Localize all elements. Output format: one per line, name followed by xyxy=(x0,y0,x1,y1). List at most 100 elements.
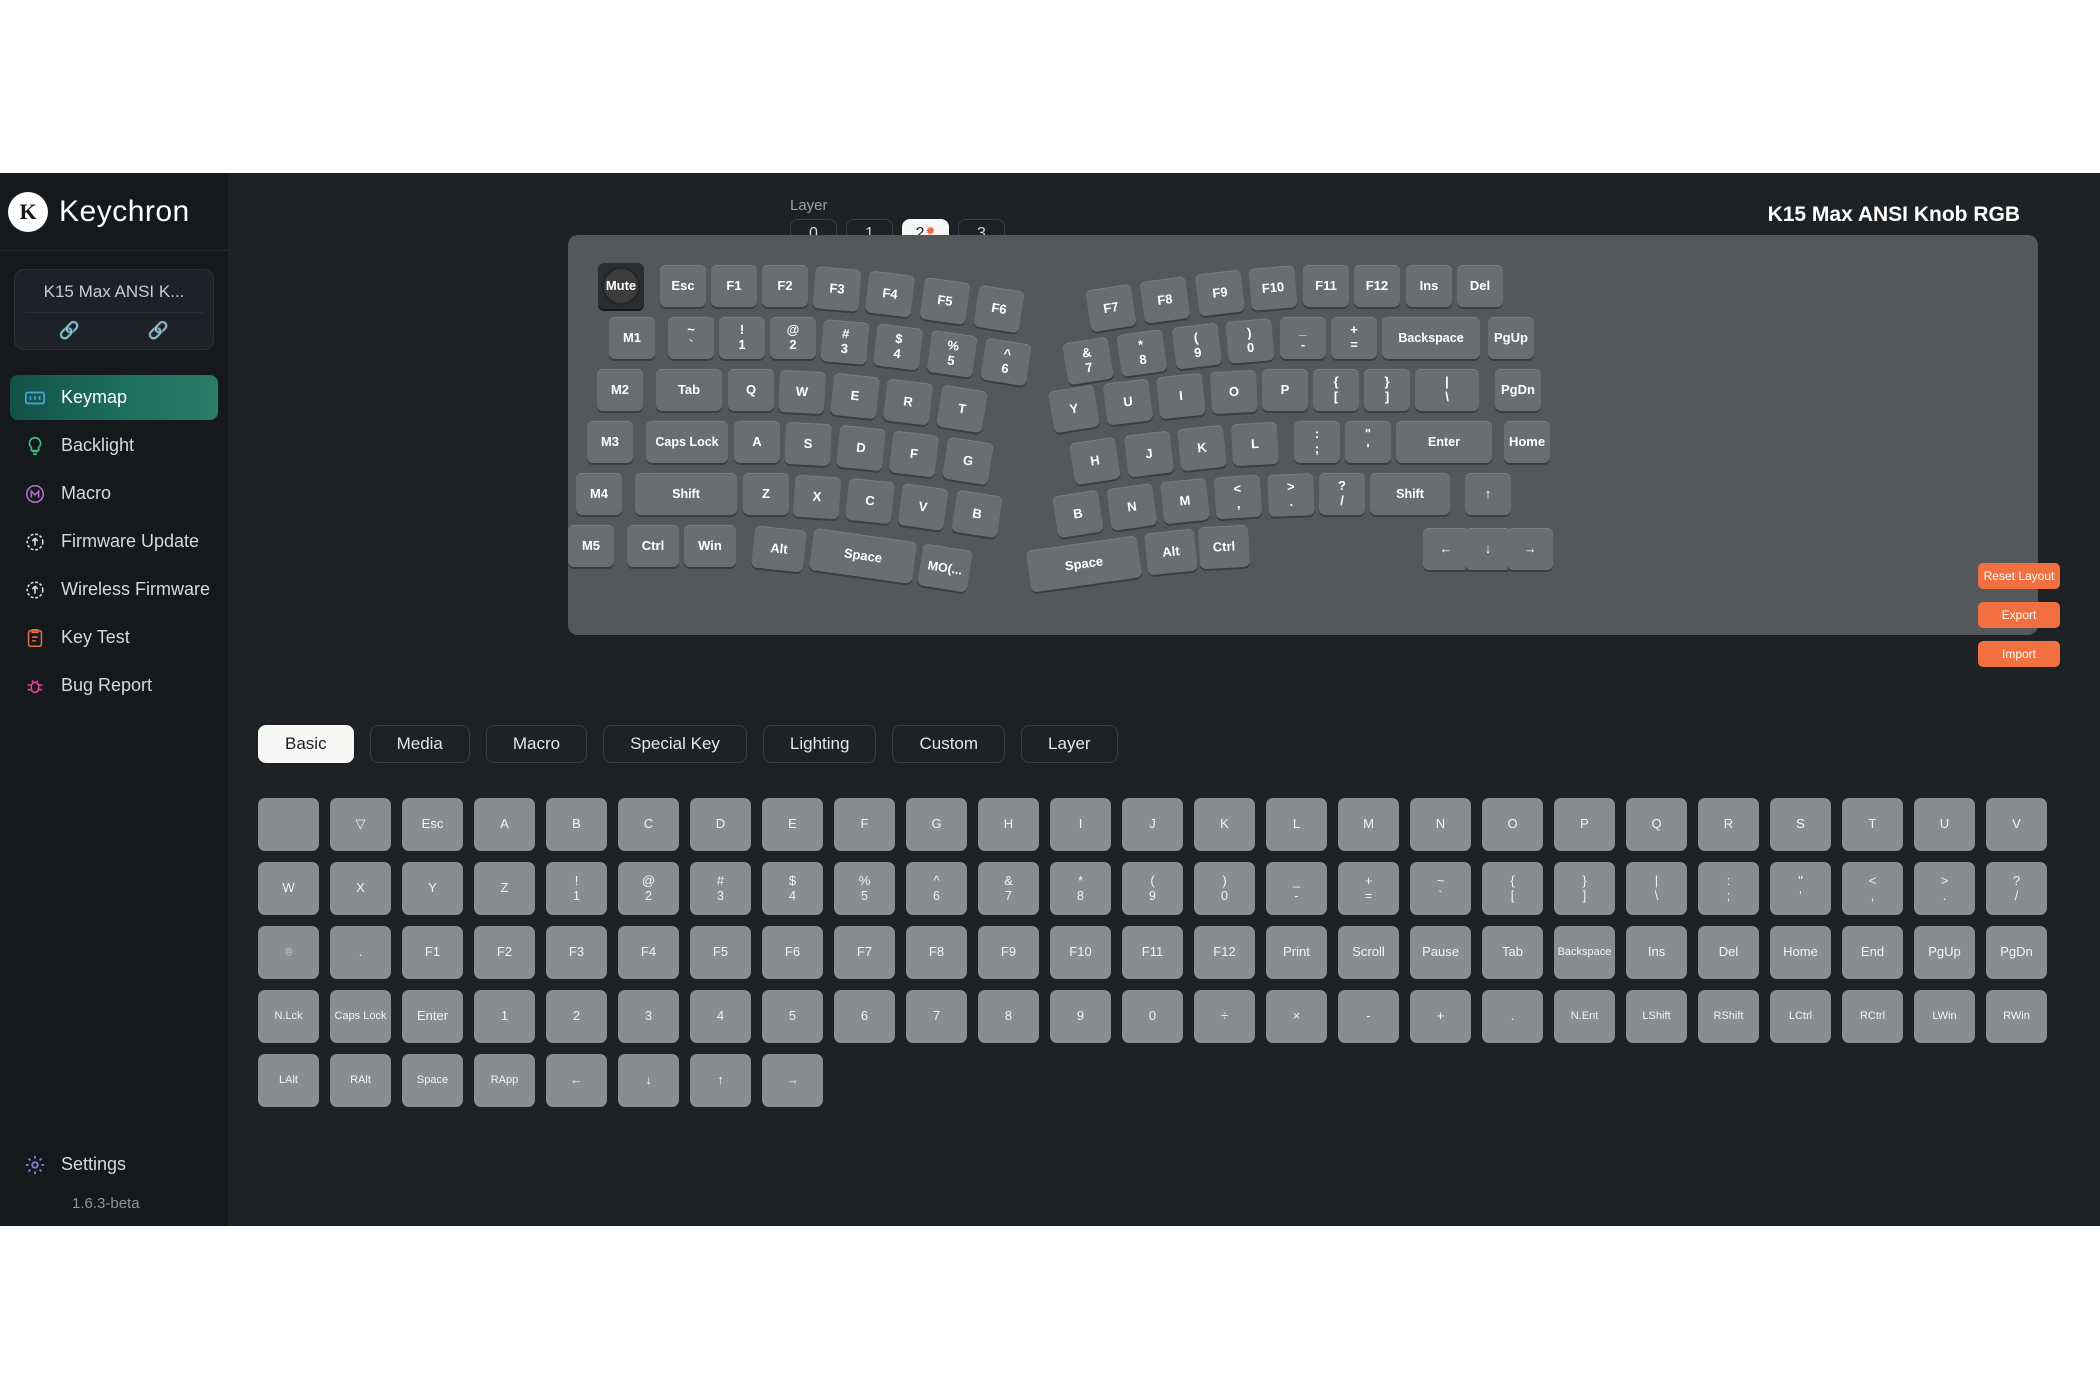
palette-key[interactable]: K xyxy=(1194,798,1255,851)
device-card[interactable]: K15 Max ANSI K... 🔗 🔗 xyxy=(14,269,214,350)
palette-key[interactable]: Backspace xyxy=(1554,926,1615,979)
palette-key[interactable]: Pause xyxy=(1410,926,1471,979)
palette-key[interactable]: N.Lck xyxy=(258,990,319,1043)
keyboard-key[interactable]: F6 xyxy=(972,284,1026,334)
palette-key[interactable]: PgDn xyxy=(1986,926,2047,979)
keyboard-key[interactable]: S xyxy=(783,421,833,467)
palette-key[interactable]: T xyxy=(1842,798,1903,851)
palette-key[interactable]: LWin xyxy=(1914,990,1975,1043)
keyboard-key[interactable]: :; xyxy=(1294,421,1340,463)
keyboard-key[interactable]: J xyxy=(1123,430,1175,478)
keyboard-key[interactable]: C xyxy=(844,477,896,525)
palette-key[interactable]: 9 xyxy=(1050,990,1111,1043)
keyboard-key[interactable]: F3 xyxy=(812,266,862,312)
palette-key[interactable]: U xyxy=(1914,798,1975,851)
palette-key[interactable]: LAlt xyxy=(258,1054,319,1107)
keyboard-key[interactable]: <, xyxy=(1213,474,1263,520)
palette-key[interactable]: A xyxy=(474,798,535,851)
keyboard-key[interactable]: X xyxy=(792,474,842,520)
keyboard-key[interactable]: P xyxy=(1262,369,1308,411)
palette-key[interactable]: S xyxy=(1770,798,1831,851)
palette-key[interactable]: N.Ent xyxy=(1554,990,1615,1043)
keyboard-key[interactable]: ^ 6 xyxy=(979,337,1033,387)
palette-key[interactable]: R xyxy=(1698,798,1759,851)
palette-key[interactable]: ÷ xyxy=(1194,990,1255,1043)
keyboard-key[interactable]: F xyxy=(888,430,940,478)
palette-key[interactable]: 2 xyxy=(546,990,607,1043)
palette-key[interactable]: RShift xyxy=(1698,990,1759,1043)
palette-key[interactable]: F12 xyxy=(1194,926,1255,979)
keyboard-key[interactable]: Shift xyxy=(635,473,737,515)
palette-key[interactable]: ▽ xyxy=(330,798,391,851)
sidebar-item-wireless-firmware[interactable]: Wireless Firmware xyxy=(10,567,218,612)
keyboard-key[interactable]: F11 xyxy=(1303,265,1349,307)
keyboard-key[interactable]: F1 xyxy=(711,265,757,307)
sidebar-item-settings[interactable]: Settings xyxy=(10,1142,218,1187)
keyboard-key[interactable]: V xyxy=(897,483,949,531)
keyboard-key[interactable]: Esc xyxy=(660,265,706,307)
keyboard-key[interactable]: Ctrl xyxy=(1197,524,1251,570)
palette-key[interactable]: 8 xyxy=(978,990,1039,1043)
keyboard-key[interactable]: Alt xyxy=(750,525,808,573)
palette-key[interactable]: P xyxy=(1554,798,1615,851)
palette-key[interactable]: Del xyxy=(1698,926,1759,979)
keyboard-key[interactable]: MO(... xyxy=(917,543,973,593)
palette-key[interactable]: M xyxy=(1338,798,1399,851)
keyboard-key[interactable]: H xyxy=(1068,436,1122,486)
keyboard-key[interactable]: & 7 xyxy=(1061,336,1115,386)
palette-key[interactable]: W xyxy=(258,862,319,915)
palette-key[interactable]: PgUp xyxy=(1914,926,1975,979)
palette-key[interactable]: F11 xyxy=(1122,926,1183,979)
keyboard-key[interactable]: ↓ xyxy=(1465,528,1511,570)
keyboard-key[interactable]: Del xyxy=(1457,265,1503,307)
palette-key[interactable]: % 5 xyxy=(834,862,895,915)
keyboard-key[interactable]: % 5 xyxy=(926,330,978,378)
keyboard-key[interactable]: E xyxy=(829,372,881,420)
palette-key[interactable]: Tab xyxy=(1482,926,1543,979)
export-button[interactable]: Export xyxy=(1978,602,2060,628)
keyboard-key[interactable]: Win xyxy=(684,525,736,567)
palette-key[interactable]: N xyxy=(1410,798,1471,851)
tab-lighting[interactable]: Lighting xyxy=(762,725,877,763)
keyboard-key[interactable]: >. xyxy=(1267,473,1315,517)
keyboard-key[interactable]: ? / xyxy=(1319,473,1365,515)
palette-key[interactable]: * 8 xyxy=(1050,862,1111,915)
keyboard-key[interactable]: K xyxy=(1176,424,1228,472)
palette-key[interactable]: LShift xyxy=(1626,990,1687,1043)
sidebar-item-firmware-update[interactable]: Firmware Update xyxy=(10,519,218,564)
palette-key[interactable]: Home xyxy=(1770,926,1831,979)
tab-macro[interactable]: Macro xyxy=(485,725,588,763)
palette-key[interactable]: 3 xyxy=(618,990,679,1043)
keyboard-key[interactable]: (9 xyxy=(1171,322,1223,370)
palette-key[interactable]: 0 xyxy=(1122,990,1183,1043)
palette-key[interactable]: _ - xyxy=(1266,862,1327,915)
palette-key[interactable]: 7 xyxy=(906,990,967,1043)
palette-key[interactable]: F3 xyxy=(546,926,607,979)
palette-key[interactable]: C xyxy=(618,798,679,851)
palette-key[interactable]: RApp xyxy=(474,1054,535,1107)
keyboard-key[interactable]: F9 xyxy=(1194,269,1246,317)
palette-key[interactable]: ) 0 xyxy=(1194,862,1255,915)
palette-key[interactable]: " ' xyxy=(1770,862,1831,915)
keyboard-key[interactable]: {[ xyxy=(1313,369,1359,411)
keyboard-key[interactable]: D xyxy=(835,424,887,472)
keyboard-key[interactable]: _ - xyxy=(1280,317,1326,359)
palette-key[interactable]: {[ xyxy=(1482,862,1543,915)
keyboard-key[interactable]: Q xyxy=(728,369,774,411)
palette-key[interactable]: . xyxy=(330,926,391,979)
keyboard-key[interactable]: B xyxy=(1051,489,1105,539)
palette-key[interactable]: $4 xyxy=(762,862,823,915)
palette-key[interactable]: D xyxy=(690,798,751,851)
palette-key[interactable]: Caps Lock xyxy=(330,990,391,1043)
palette-key[interactable]: 1 xyxy=(474,990,535,1043)
keyboard-key[interactable]: O xyxy=(1209,369,1259,415)
palette-key[interactable]: F4 xyxy=(618,926,679,979)
keyboard-key[interactable]: Shift xyxy=(1370,473,1450,515)
keyboard-key[interactable]: Space xyxy=(1025,535,1143,593)
palette-key[interactable]: F8 xyxy=(906,926,967,979)
keyboard-key[interactable]: M5 xyxy=(568,525,614,567)
link-icon-right[interactable]: 🔗 xyxy=(148,321,169,341)
keyboard-key[interactable]: M1 xyxy=(609,317,655,359)
keyboard-key[interactable]: Backspace xyxy=(1382,317,1480,359)
sidebar-item-backlight[interactable]: Backlight xyxy=(10,423,218,468)
